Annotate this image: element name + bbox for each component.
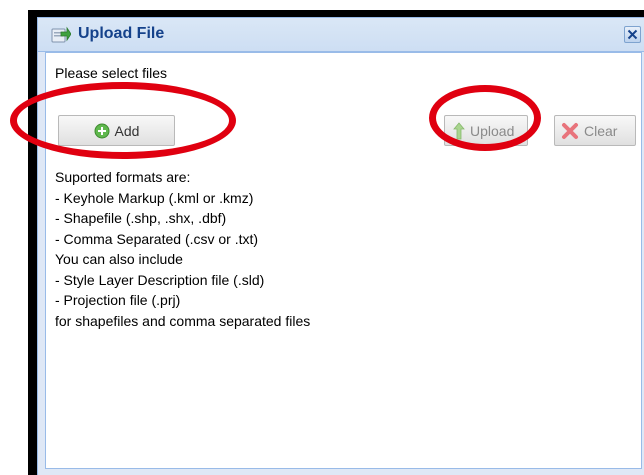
dialog-titlebar: Upload File: [38, 18, 644, 52]
select-files-prompt: Please select files: [55, 65, 168, 81]
dialog-title: Upload File: [78, 25, 165, 42]
clear-button-label: Clear: [584, 122, 618, 139]
add-button[interactable]: Add: [58, 115, 175, 146]
info-line: - Projection file (.prj): [55, 292, 181, 308]
info-line: - Comma Separated (.csv or .txt): [55, 230, 259, 247]
add-button-label: Add: [114, 122, 140, 139]
upload-file-icon: [51, 26, 72, 44]
info-line: - Style Layer Description file (.sld): [55, 271, 265, 288]
close-icon[interactable]: [624, 26, 641, 43]
upload-button-label: Upload: [470, 122, 515, 139]
upload-file-dialog: Upload File Please select files Add Uplo…: [37, 17, 644, 475]
upload-button[interactable]: Upload: [444, 115, 528, 146]
dialog-body: Please select files Add Upload Clear Sup…: [45, 52, 642, 469]
supported-formats-info: Suported formats are: - Keyhole Markup (…: [55, 167, 310, 331]
info-line: - Shapefile (.shp, .shx, .dbf): [55, 210, 227, 226]
red-x-icon: [562, 122, 578, 139]
up-arrow-icon: [453, 121, 465, 139]
info-line: for shapefiles and comma separated files: [55, 312, 311, 329]
clear-button[interactable]: Clear: [554, 115, 636, 146]
info-line: - Keyhole Markup (.kml or .kmz): [55, 189, 254, 206]
info-line: You can also include: [55, 251, 183, 267]
info-line: Suported formats are:: [55, 169, 191, 185]
add-circle-icon: [94, 123, 110, 138]
